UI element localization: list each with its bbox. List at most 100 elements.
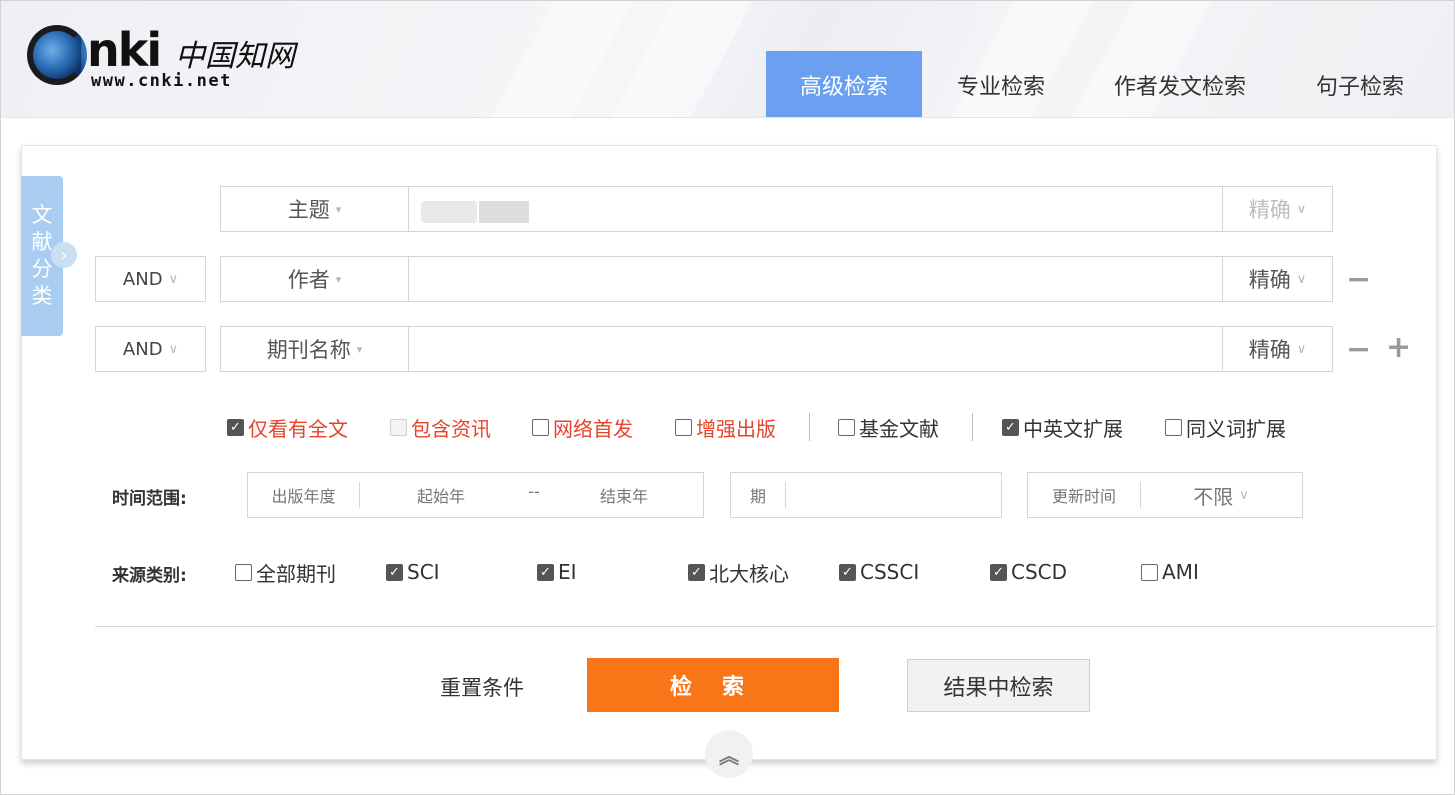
tab-advanced-search[interactable]: 高级检索: [766, 51, 922, 117]
tab-author-search[interactable]: 作者发文检索: [1080, 51, 1280, 117]
side-tab-char: 类: [31, 284, 53, 308]
source-label: SCI: [407, 560, 440, 584]
year-range-box: 出版年度 起始年 -- 结束年: [247, 472, 704, 518]
checkbox-checked[interactable]: ✓: [1002, 418, 1019, 436]
divider: [785, 482, 786, 508]
source-label: 全部期刊: [256, 561, 336, 586]
chevron-down-icon: ∨: [1239, 487, 1249, 503]
source-label: AMI: [1162, 560, 1199, 584]
search-row-3: 期刊名称 ▾ 精确 ∨: [220, 326, 1333, 372]
source-ami[interactable]: AMI: [1141, 557, 1199, 587]
issue-box[interactable]: 期: [730, 472, 1002, 518]
search-row-1: 主题 ▾ 精确 ∨: [220, 186, 1333, 232]
literature-category-tab[interactable]: 文 献 分 类 ›: [21, 176, 77, 336]
checkbox[interactable]: [675, 418, 692, 436]
caret-down-icon: ▾: [356, 342, 363, 356]
match-select[interactable]: 精确 ∨: [1222, 327, 1332, 371]
filter-synonym-expand[interactable]: 同义词扩展: [1165, 412, 1286, 442]
section-divider: [95, 626, 1435, 627]
update-time-box: 更新时间 不限 ∨: [1027, 472, 1303, 518]
checkbox[interactable]: [838, 418, 855, 436]
source-pku-core[interactable]: ✓ 北大核心: [688, 557, 789, 587]
update-time-select[interactable]: 不限 ∨: [1141, 482, 1301, 509]
field-label: 期刊名称: [266, 338, 351, 362]
cnki-logo[interactable]: nki 中国知网 www.cnki.net: [25, 21, 315, 91]
checkbox[interactable]: [1141, 563, 1158, 581]
search-button[interactable]: 检 索: [587, 658, 839, 712]
issue-label: 期: [749, 487, 766, 506]
author-input[interactable]: [411, 259, 1221, 299]
field-select-journal[interactable]: 期刊名称 ▾: [221, 327, 409, 371]
source-label: CSCD: [1011, 560, 1068, 584]
field-select-author[interactable]: 作者 ▾: [221, 257, 409, 301]
checkbox-checked[interactable]: ✓: [227, 418, 244, 436]
filter-label: 仅看有全文: [248, 416, 348, 441]
topic-input[interactable]: [411, 189, 1221, 229]
filter-fund-literature[interactable]: 基金文献: [838, 412, 939, 442]
source-label: CSSCI: [860, 560, 920, 584]
double-chevron-up-icon[interactable]: ︽: [705, 730, 753, 778]
filter-label: 同义词扩展: [1186, 416, 1286, 441]
end-year-input[interactable]: 结束年: [546, 482, 702, 508]
field-label: 主题: [287, 198, 330, 222]
plus-icon[interactable]: +: [1386, 333, 1411, 363]
checkbox[interactable]: [1165, 418, 1182, 436]
match-label: 精确: [1248, 338, 1291, 362]
minus-icon[interactable]: −: [1346, 265, 1371, 295]
logic-label: AND: [122, 268, 163, 290]
checkbox-checked[interactable]: ✓: [688, 563, 705, 581]
checkbox-checked[interactable]: ✓: [990, 563, 1007, 581]
source-ei[interactable]: ✓ EI: [537, 557, 577, 587]
logo-brand: nki: [87, 23, 162, 77]
time-range-label: 时间范围:: [112, 489, 187, 509]
chevron-right-icon[interactable]: ›: [51, 242, 77, 268]
source-all-journals[interactable]: 全部期刊: [235, 557, 336, 587]
side-tab-char: 献: [31, 230, 53, 254]
match-select[interactable]: 精确 ∨: [1222, 187, 1332, 231]
header: nki 中国知网 www.cnki.net 高级检索 专业检索 作者发文检索 句…: [1, 1, 1454, 118]
filter-enhanced-publication[interactable]: 增强出版: [675, 412, 776, 442]
filter-online-first[interactable]: 网络首发: [532, 412, 633, 442]
chevron-down-icon: ∨: [1296, 271, 1307, 287]
logic-label: AND: [122, 338, 163, 360]
source-label: EI: [558, 560, 577, 584]
filter-include-news[interactable]: 包含资讯: [390, 412, 491, 442]
chevron-down-icon: ∨: [1296, 201, 1307, 217]
filter-fulltext-only[interactable]: ✓ 仅看有全文: [227, 412, 348, 442]
tab-sentence-search[interactable]: 句子检索: [1280, 51, 1440, 117]
search-within-results-button[interactable]: 结果中检索: [907, 659, 1090, 712]
logic-select[interactable]: AND ∨: [95, 326, 206, 372]
reset-conditions-link[interactable]: 重置条件: [440, 672, 524, 702]
checkbox-checked[interactable]: ✓: [537, 563, 554, 581]
chevron-down-icon: ∨: [1296, 341, 1307, 357]
logo-cn: 中国知网: [175, 39, 295, 74]
checkbox-checked[interactable]: ✓: [386, 563, 403, 581]
chevron-down-icon: ∨: [168, 341, 179, 357]
checkbox-checked[interactable]: ✓: [839, 563, 856, 581]
checkbox[interactable]: [532, 418, 549, 436]
checkbox-disabled[interactable]: [390, 418, 407, 436]
filter-label: 基金文献: [859, 416, 939, 441]
range-dash: --: [528, 481, 540, 501]
journal-input[interactable]: [411, 329, 1221, 369]
update-time-value: 不限: [1193, 484, 1234, 509]
filter-cn-en-expand[interactable]: ✓ 中英文扩展: [1002, 412, 1123, 442]
minus-icon[interactable]: −: [1346, 335, 1371, 365]
source-sci[interactable]: ✓ SCI: [386, 557, 440, 587]
source-label: 北大核心: [709, 561, 789, 586]
side-tab-char: 文: [31, 203, 53, 227]
start-year-input[interactable]: 起始年: [360, 482, 522, 508]
caret-down-icon: ▾: [335, 202, 342, 216]
year-type-select[interactable]: 出版年度: [248, 482, 359, 508]
match-select[interactable]: 精确 ∨: [1222, 257, 1332, 301]
logic-select[interactable]: AND ∨: [95, 256, 206, 302]
filter-label: 包含资讯: [411, 416, 491, 441]
search-row-2: 作者 ▾ 精确 ∨: [220, 256, 1333, 302]
filter-label: 增强出版: [696, 416, 776, 441]
update-time-label: 更新时间: [1051, 487, 1116, 506]
tab-professional-search[interactable]: 专业检索: [922, 51, 1080, 117]
source-cssci[interactable]: ✓ CSSCI: [839, 557, 919, 587]
field-select-topic[interactable]: 主题 ▾: [221, 187, 409, 231]
checkbox[interactable]: [235, 563, 252, 581]
source-cscd[interactable]: ✓ CSCD: [990, 557, 1067, 587]
